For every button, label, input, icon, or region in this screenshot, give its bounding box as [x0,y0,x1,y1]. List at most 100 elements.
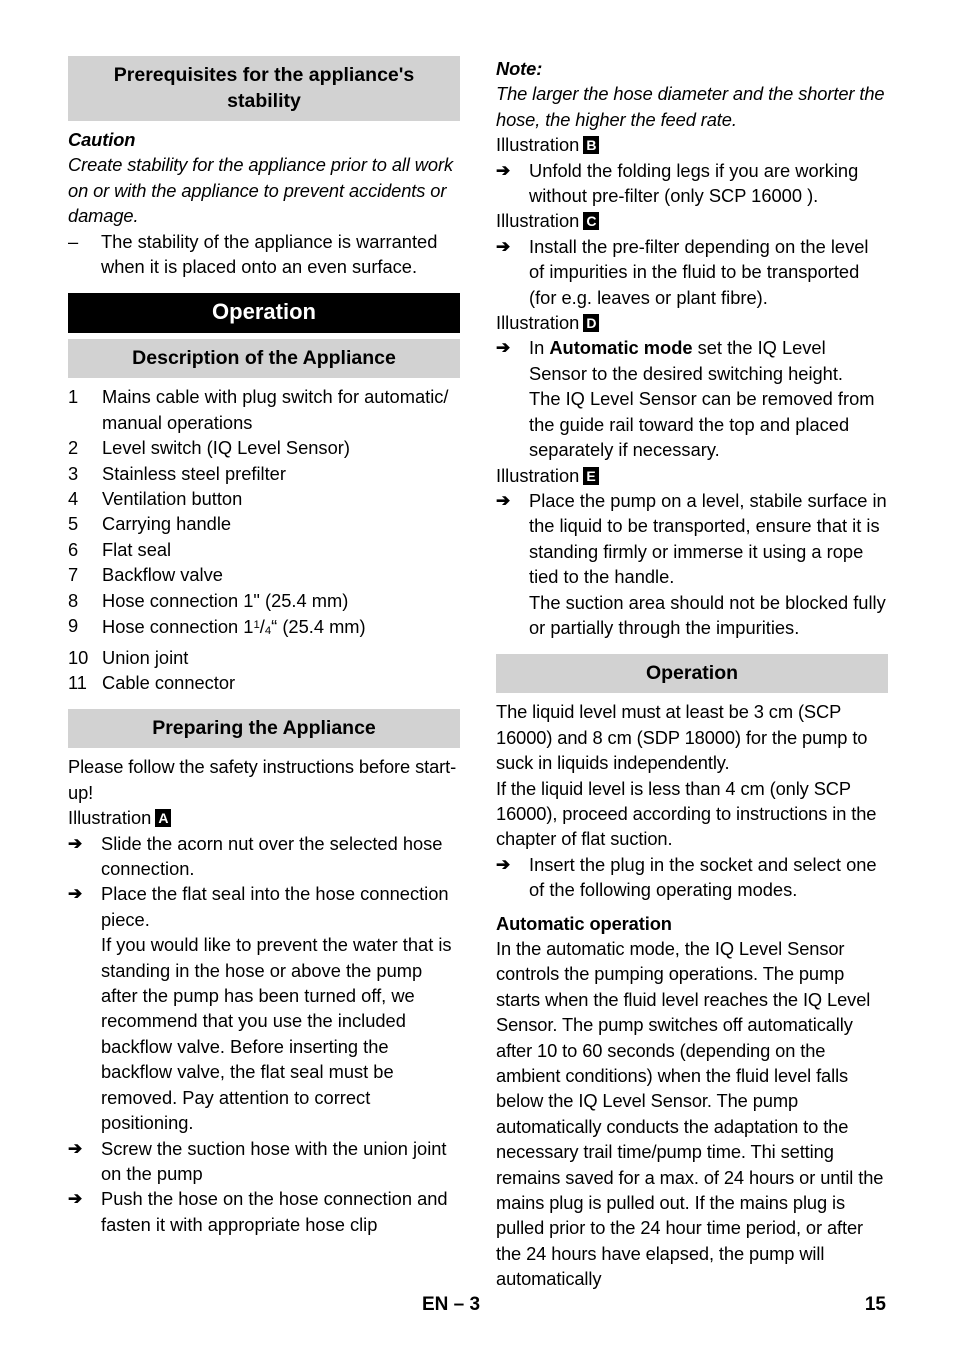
right-column: Note: The larger the hose diameter and t… [496,56,888,1289]
part-label: Hose connection 11/4“ (25.4 mm) [102,615,366,638]
list-item: 3 Stainless steel prefilter [68,461,460,486]
preparing-intro: Please follow the safety instructions be… [68,756,457,803]
section-heading-prerequisites: Prerequisites for the appliance's stabil… [68,56,460,121]
part-label: Mains cable with plug switch for automat… [102,386,449,433]
step-continuation-text: The suction area should not be blocked f… [529,591,886,638]
part-number: 7 [68,564,79,586]
illustration-reference-a: Illustration A [68,805,460,830]
arrow-icon: ➔ [68,833,83,853]
list-item: 5 Carrying handle [68,511,460,536]
manual-page: Prerequisites for the appliance's stabil… [0,0,954,1354]
chapter-heading-operation: Operation [68,293,460,334]
list-item: 2 Level switch (IQ Level Sensor) [68,435,460,460]
list-item: 10 Union joint [68,645,460,670]
step-text: Screw the suction hose with the union jo… [101,1137,447,1184]
part-label: Cable connector [102,672,236,694]
part-label: Backflow valve [102,564,223,586]
automatic-operation-text: In the automatic mode, the IQ Level Sens… [496,938,884,1290]
footer-section-label: EN – 3 [421,1294,481,1315]
two-column-body: Prerequisites for the appliance's stabil… [68,56,888,1289]
arrow-icon: ➔ [68,1189,83,1209]
step-continuation-text: If you would like to prevent the water t… [101,934,452,1134]
illustration-reference-d: Illustration D [496,310,888,335]
illustration-letter-badge: C [583,212,600,231]
subheading-automatic-operation: Automatic operation [496,912,672,934]
part-number: 8 [68,589,79,611]
illustration-label: Illustration [496,134,580,156]
illustration-reference-b: Illustration B [496,132,888,157]
illustration-label: Illustration [496,312,580,334]
arrow-icon: ➔ [496,854,511,874]
page-number: 15 [864,1294,886,1315]
preparing-steps: ➔ Slide the acorn nut over the selected … [68,831,460,1238]
part-number: 4 [68,488,79,510]
part-number: 3 [68,462,79,484]
emphasis-automatic-mode: Automatic mode [549,337,693,359]
step-group-d: ➔ In Automatic mode set the IQ Level Sen… [496,335,888,462]
list-item: ➔ Slide the acorn nut over the selected … [68,831,460,882]
illustration-label: Illustration [496,464,580,486]
parts-list: 1 Mains cable with plug switch for autom… [68,384,460,695]
part-number: 9 [68,615,79,637]
list-item: 1 Mains cable with plug switch for autom… [68,384,460,435]
list-item: ➔ Push the hose on the hose connection a… [68,1186,460,1237]
list-item: ➔ Place the pump on a level, stabile sur… [496,488,888,640]
left-column: Prerequisites for the appliance's stabil… [68,56,460,1266]
part-number: 5 [68,513,79,535]
step-main-text: Place the flat seal into the hose connec… [101,883,449,930]
caution-label: Caution [68,129,136,150]
step-text: Slide the acorn nut over the selected ho… [101,832,443,880]
list-item: ➔ In Automatic mode set the IQ Level Sen… [496,335,888,462]
step-text: Insert the plug in the socket and select… [529,853,877,901]
page-footer: EN – 3 15 [68,1292,886,1320]
part-label: Union joint [102,646,189,668]
list-item-text: The stability of the appliance is warran… [101,230,438,278]
arrow-icon: ➔ [68,884,83,904]
part-label: Carrying handle [102,513,232,535]
section-heading-description: Description of the Appliance [68,339,460,379]
list-item: 9 Hose connection 11/4“ (25.4 mm) [68,613,460,645]
section-heading-operation: Operation [496,654,888,694]
step-text: Unfold the folding legs if you are worki… [529,159,859,207]
illustration-letter-badge: E [583,466,599,485]
note-label: Note: [496,58,543,79]
arrow-icon: ➔ [68,1138,83,1158]
step-group-c: ➔ Install the pre-filter depending on th… [496,234,888,310]
illustration-label: Illustration [496,210,580,232]
illustration-letter-badge: D [583,314,600,333]
list-item: 7 Backflow valve [68,562,460,587]
list-item: ➔ Insert the plug in the socket and sele… [496,852,888,903]
illustration-reference-e: Illustration E [496,463,888,488]
step-text: Install the pre-filter depending on the … [529,235,869,308]
operation-steps: ➔ Insert the plug in the socket and sele… [496,852,888,903]
part-label: Flat seal [102,538,172,560]
part-label: Hose connection 1" (25.4 mm) [102,589,349,611]
list-item: 6 Flat seal [68,537,460,562]
part-number: 6 [68,538,79,560]
step-main-text: In Automatic mode set the IQ Level Senso… [529,337,844,384]
arrow-icon: ➔ [496,236,511,256]
part-number: 10 [68,646,89,668]
operation-paragraph-1: The liquid level must at least be 3 cm (… [496,701,868,774]
operation-paragraph-2: If the liquid level is less than 4 cm (o… [496,777,877,850]
part-number: 2 [68,437,79,459]
list-item: 4 Ventilation button [68,486,460,511]
section-heading-preparing: Preparing the Appliance [68,709,460,749]
step-text: Place the flat seal into the hose connec… [101,881,460,1135]
list-item: 11 Cable connector [68,670,460,695]
arrow-icon: ➔ [496,160,511,180]
part-number: 11 [68,672,87,694]
caution-text: Create stability for the appliance prior… [68,154,453,227]
part-label: Ventilation button [102,488,243,510]
step-text: In Automatic mode set the IQ Level Senso… [529,335,888,462]
step-group-e: ➔ Place the pump on a level, stabile sur… [496,488,888,640]
list-item: ➔ Place the flat seal into the hose conn… [68,881,460,1135]
illustration-letter-badge: B [583,136,600,155]
step-group-b: ➔ Unfold the folding legs if you are wor… [496,158,888,209]
part-label: Stainless steel prefilter [102,462,286,484]
dash-icon: – [68,230,79,252]
arrow-icon: ➔ [496,490,511,510]
part-label: Level switch (IQ Level Sensor) [102,437,350,459]
step-continuation-text: The IQ Level Sensor can be removed from … [529,388,875,461]
list-item: ➔ Unfold the folding legs if you are wor… [496,158,888,209]
